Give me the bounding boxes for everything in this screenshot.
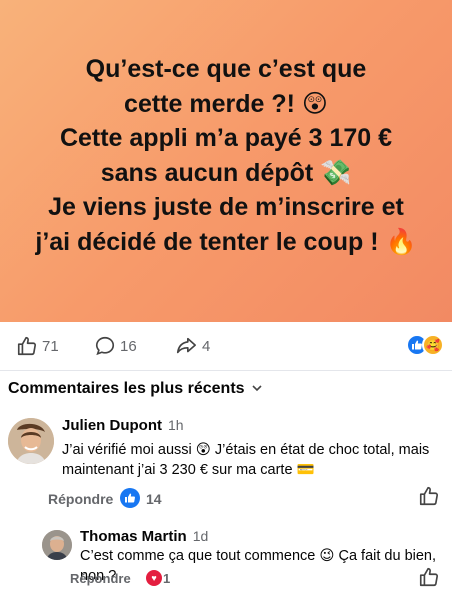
post-text-line: cette merde ?! 😲 [124, 89, 328, 118]
comment-author[interactable]: Julien Dupont 1h [62, 417, 184, 434]
post-banner: Qu’est-ce que c’est que cette merde ?! 😲… [0, 0, 452, 322]
reaction-count[interactable]: 14 [146, 491, 162, 507]
post-text: Qu’est-ce que c’est que cette merde ?! 😲… [0, 52, 452, 259]
heart-icon: ♥ [146, 570, 162, 586]
thumbs-up-icon [17, 336, 37, 356]
reply-button[interactable]: Répondre [48, 491, 113, 507]
post-text-line: j’ai décidé de tenter le coup ! 🔥 [35, 227, 417, 256]
avatar[interactable] [8, 418, 54, 464]
comment-footer: Répondre 14 [48, 488, 444, 510]
reaction-summary[interactable]: 🥰 [406, 334, 444, 356]
comment-timestamp: 1h [168, 417, 184, 433]
post-text-line: Qu’est-ce que c’est que [85, 55, 367, 83]
comment-button[interactable]: 16 [94, 334, 137, 358]
like-button[interactable]: 71 [16, 334, 59, 358]
thumbs-up-icon [419, 486, 439, 506]
share-count: 4 [202, 337, 211, 355]
comment-text: J’ai vérifié moi aussi 😲 J’étais en état… [62, 442, 430, 478]
post-action-bar: 71 16 4 [0, 322, 452, 370]
thumbs-up-icon [419, 567, 439, 587]
comment-author[interactable]: Thomas Martin 1d [80, 528, 208, 545]
comments-sort-dropdown[interactable]: Commentaires les plus récents [8, 380, 263, 398]
divider [0, 370, 452, 371]
comment-author-name: Thomas Martin [80, 528, 187, 545]
comment-count: 16 [120, 337, 137, 355]
like-count: 71 [42, 337, 59, 355]
care-reaction-icon: 🥰 [422, 334, 444, 356]
reply-button[interactable]: Répondre [70, 571, 131, 586]
like-icon [120, 488, 140, 508]
chevron-down-icon [251, 382, 263, 397]
comment-bubble-icon [95, 336, 115, 356]
comment-author-name: Julien Dupont [62, 417, 162, 434]
comment-footer: Répondre ♥ 1 [70, 569, 450, 589]
avatar[interactable] [42, 530, 72, 560]
comment-like-button[interactable] [418, 566, 440, 593]
post-text-line: sans aucun dépôt 💸 [100, 158, 352, 187]
comments-section-title: Commentaires les plus récents [8, 380, 245, 397]
comment-like-button[interactable] [418, 485, 440, 512]
comment-timestamp: 1d [192, 528, 209, 544]
post-text-line: Je viens juste de m’inscrire et [48, 193, 404, 221]
share-button[interactable]: 4 [174, 334, 210, 358]
share-arrow-icon [176, 337, 196, 354]
post-text-line: Cette appli m’a payé 3 170 € [59, 124, 393, 152]
reaction-count[interactable]: 1 [163, 571, 170, 586]
